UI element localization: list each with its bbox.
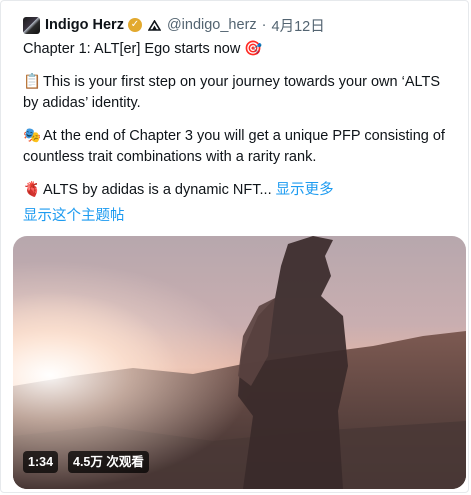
tweet-line-1: Chapter 1: ALT[er] Ego starts now 🎯: [23, 39, 453, 60]
target-emoji-icon: 🎯: [244, 41, 263, 57]
avatar[interactable]: [23, 16, 40, 34]
tweet-paragraph-2: 📋 This is your first step on your journey…: [23, 72, 453, 114]
video-duration: 1:34: [23, 451, 59, 473]
tweet-text: Chapter 1: ALT[er] Ego starts now 🎯 📋 Thi…: [23, 39, 453, 201]
line1-text: Chapter 1: ALT[er] Ego starts now: [23, 41, 241, 57]
tweet-header: Indigo Herz ✓ @indigo_herz · 4月12日: [23, 15, 325, 35]
tweet-card[interactable]: Indigo Herz ✓ @indigo_herz · 4月12日 Chapt…: [0, 0, 469, 493]
paragraph-3-text: At the end of Chapter 3 you will get a u…: [23, 128, 445, 165]
verified-badge-icon: ✓: [127, 18, 142, 32]
video-player[interactable]: 1:34 4.5万 次观看: [13, 236, 466, 489]
clipboard-emoji-icon: 📋: [23, 74, 42, 90]
heart-emoji-icon: 🫀: [23, 182, 42, 198]
tweet-paragraph-4: 🫀 ALTS by adidas is a dynamic NFT... 显示更多: [23, 180, 453, 201]
masks-emoji-icon: 🎭: [23, 128, 42, 144]
author-handle[interactable]: @indigo_herz: [167, 17, 257, 33]
separator-dot: ·: [261, 17, 267, 33]
affiliation-icon[interactable]: [147, 19, 161, 32]
paragraph-4-text: ALTS by adidas is a dynamic NFT...: [43, 182, 272, 198]
show-more-link[interactable]: 显示更多: [276, 182, 334, 198]
tweet-paragraph-3: 🎭 At the end of Chapter 3 you will get a …: [23, 126, 453, 168]
video-views: 4.5万 次观看: [68, 451, 149, 473]
paragraph-2-text: This is your first step on your journey …: [23, 74, 441, 111]
author-name[interactable]: Indigo Herz: [45, 17, 124, 33]
tweet-date[interactable]: 4月12日: [272, 15, 325, 36]
show-thread-link[interactable]: 显示这个主题帖: [23, 204, 125, 225]
